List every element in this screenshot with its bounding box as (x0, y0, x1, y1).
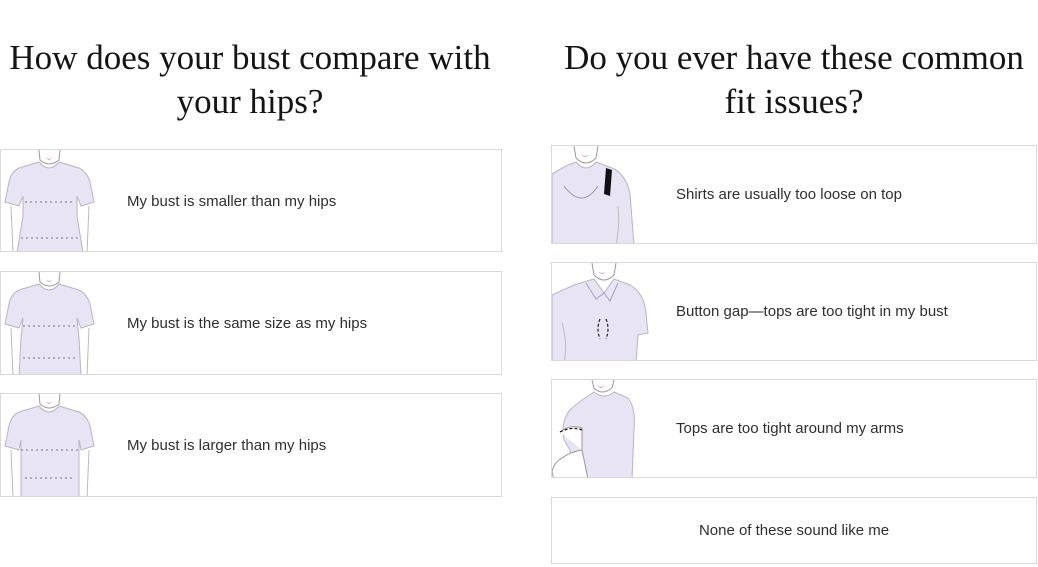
bust-question-title: How does your bust compare with your hip… (9, 38, 491, 121)
figure-bust-same-icon (1, 272, 111, 374)
fit-option-none[interactable]: None of these sound like me (551, 497, 1037, 564)
loose-shoulder-icon (552, 146, 652, 243)
figure-bust-smaller-icon (1, 150, 111, 251)
option-label: My bust is the same size as my hips (127, 315, 368, 332)
option-label: Shirts are usually too loose on top (676, 186, 902, 203)
fit-question-title: Do you ever have these common fit issues… (564, 38, 1024, 121)
option-label: My bust is smaller than my hips (127, 193, 337, 210)
fit-option-loose-top[interactable]: Shirts are usually too loose on top (551, 145, 1037, 244)
fit-option-tight-arms[interactable]: Tops are too tight around my arms (551, 379, 1037, 478)
bust-option-larger[interactable]: My bust is larger than my hips (0, 393, 502, 497)
figure-bust-larger-icon (1, 394, 111, 496)
bust-option-smaller[interactable]: My bust is smaller than my hips (0, 149, 502, 252)
option-label: Button gap—tops are too tight in my bust (676, 303, 948, 320)
fit-option-button-gap[interactable]: Button gap—tops are too tight in my bust (551, 262, 1037, 361)
option-label: Tops are too tight around my arms (676, 420, 904, 437)
option-label: My bust is larger than my hips (127, 437, 327, 454)
button-gap-icon (552, 263, 652, 360)
option-label: None of these sound like me (698, 522, 890, 539)
bust-option-same[interactable]: My bust is the same size as my hips (0, 271, 502, 375)
tight-arm-icon (552, 380, 652, 477)
